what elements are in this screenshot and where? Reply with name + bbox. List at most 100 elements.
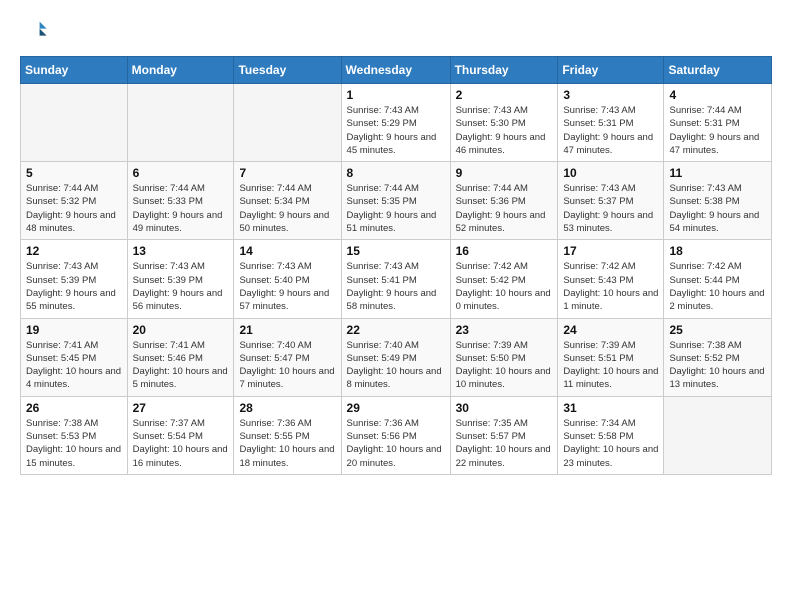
day-info: Sunrise: 7:44 AM Sunset: 5:34 PM Dayligh…: [239, 182, 335, 235]
calendar-cell: 19 Sunrise: 7:41 AM Sunset: 5:45 PM Dayli…: [21, 318, 128, 396]
calendar-cell: 23 Sunrise: 7:39 AM Sunset: 5:50 PM Dayli…: [450, 318, 558, 396]
day-info: Sunrise: 7:34 AM Sunset: 5:58 PM Dayligh…: [563, 417, 658, 470]
day-info: Sunrise: 7:43 AM Sunset: 5:39 PM Dayligh…: [133, 260, 229, 313]
day-info: Sunrise: 7:42 AM Sunset: 5:43 PM Dayligh…: [563, 260, 658, 313]
weekday-header-sunday: Sunday: [21, 57, 128, 84]
calendar-cell: 24 Sunrise: 7:39 AM Sunset: 5:51 PM Dayli…: [558, 318, 664, 396]
day-number: 4: [669, 88, 766, 102]
day-info: Sunrise: 7:44 AM Sunset: 5:35 PM Dayligh…: [347, 182, 445, 235]
day-info: Sunrise: 7:43 AM Sunset: 5:37 PM Dayligh…: [563, 182, 658, 235]
day-info: Sunrise: 7:37 AM Sunset: 5:54 PM Dayligh…: [133, 417, 229, 470]
day-number: 12: [26, 244, 122, 258]
calendar-cell: 4 Sunrise: 7:44 AM Sunset: 5:31 PM Daylig…: [664, 84, 772, 162]
calendar-cell: 12 Sunrise: 7:43 AM Sunset: 5:39 PM Dayli…: [21, 240, 128, 318]
day-info: Sunrise: 7:44 AM Sunset: 5:36 PM Dayligh…: [456, 182, 553, 235]
day-info: Sunrise: 7:42 AM Sunset: 5:42 PM Dayligh…: [456, 260, 553, 313]
header: [20, 16, 772, 44]
day-info: Sunrise: 7:43 AM Sunset: 5:29 PM Dayligh…: [347, 104, 445, 157]
day-info: Sunrise: 7:43 AM Sunset: 5:41 PM Dayligh…: [347, 260, 445, 313]
day-info: Sunrise: 7:44 AM Sunset: 5:33 PM Dayligh…: [133, 182, 229, 235]
calendar-cell: 29Sunrise: 7:36 AM Sunset: 5:56 PM Dayli…: [341, 396, 450, 474]
calendar-cell: [127, 84, 234, 162]
calendar-cell: [664, 396, 772, 474]
day-info: Sunrise: 7:43 AM Sunset: 5:31 PM Dayligh…: [563, 104, 658, 157]
day-info: Sunrise: 7:43 AM Sunset: 5:40 PM Dayligh…: [239, 260, 335, 313]
day-number: 21: [239, 323, 335, 337]
day-info: Sunrise: 7:36 AM Sunset: 5:55 PM Dayligh…: [239, 417, 335, 470]
day-number: 14: [239, 244, 335, 258]
calendar-cell: [234, 84, 341, 162]
day-number: 18: [669, 244, 766, 258]
calendar-cell: [21, 84, 128, 162]
week-row-3: 12 Sunrise: 7:43 AM Sunset: 5:39 PM Dayli…: [21, 240, 772, 318]
day-info: Sunrise: 7:39 AM Sunset: 5:51 PM Dayligh…: [563, 339, 658, 392]
day-number: 20: [133, 323, 229, 337]
day-number: 19: [26, 323, 122, 337]
day-info: Sunrise: 7:43 AM Sunset: 5:39 PM Dayligh…: [26, 260, 122, 313]
weekday-header-saturday: Saturday: [664, 57, 772, 84]
calendar-cell: 28 Sunrise: 7:36 AM Sunset: 5:55 PM Dayli…: [234, 396, 341, 474]
day-info: Sunrise: 7:35 AM Sunset: 5:57 PM Dayligh…: [456, 417, 553, 470]
day-info: Sunrise: 7:38 AM Sunset: 5:53 PM Dayligh…: [26, 417, 122, 470]
calendar-cell: 20Sunrise: 7:41 AM Sunset: 5:46 PM Dayli…: [127, 318, 234, 396]
day-number: 22: [347, 323, 445, 337]
week-row-1: 1 Sunrise: 7:43 AM Sunset: 5:29 PM Daylig…: [21, 84, 772, 162]
calendar-cell: 14 Sunrise: 7:43 AM Sunset: 5:40 PM Dayli…: [234, 240, 341, 318]
weekday-header-row: SundayMondayTuesdayWednesdayThursdayFrid…: [21, 57, 772, 84]
calendar-cell: 22 Sunrise: 7:40 AM Sunset: 5:49 PM Dayli…: [341, 318, 450, 396]
day-number: 30: [456, 401, 553, 415]
day-number: 16: [456, 244, 553, 258]
calendar-cell: 6 Sunrise: 7:44 AM Sunset: 5:33 PM Daylig…: [127, 162, 234, 240]
calendar-cell: 10 Sunrise: 7:43 AM Sunset: 5:37 PM Dayli…: [558, 162, 664, 240]
day-number: 26: [26, 401, 122, 415]
calendar-cell: 3Sunrise: 7:43 AM Sunset: 5:31 PM Daylig…: [558, 84, 664, 162]
day-number: 13: [133, 244, 229, 258]
day-info: Sunrise: 7:40 AM Sunset: 5:49 PM Dayligh…: [347, 339, 445, 392]
day-number: 6: [133, 166, 229, 180]
calendar-cell: 15Sunrise: 7:43 AM Sunset: 5:41 PM Dayli…: [341, 240, 450, 318]
day-info: Sunrise: 7:44 AM Sunset: 5:32 PM Dayligh…: [26, 182, 122, 235]
day-info: Sunrise: 7:41 AM Sunset: 5:45 PM Dayligh…: [26, 339, 122, 392]
calendar-cell: 17 Sunrise: 7:42 AM Sunset: 5:43 PM Dayli…: [558, 240, 664, 318]
day-number: 23: [456, 323, 553, 337]
weekday-header-tuesday: Tuesday: [234, 57, 341, 84]
week-row-5: 26 Sunrise: 7:38 AM Sunset: 5:53 PM Dayli…: [21, 396, 772, 474]
calendar-cell: 13 Sunrise: 7:43 AM Sunset: 5:39 PM Dayli…: [127, 240, 234, 318]
weekday-header-monday: Monday: [127, 57, 234, 84]
week-row-2: 5 Sunrise: 7:44 AM Sunset: 5:32 PM Daylig…: [21, 162, 772, 240]
day-number: 28: [239, 401, 335, 415]
calendar-cell: 26 Sunrise: 7:38 AM Sunset: 5:53 PM Dayli…: [21, 396, 128, 474]
calendar-cell: 9 Sunrise: 7:44 AM Sunset: 5:36 PM Daylig…: [450, 162, 558, 240]
calendar-cell: 21 Sunrise: 7:40 AM Sunset: 5:47 PM Dayli…: [234, 318, 341, 396]
day-number: 2: [456, 88, 553, 102]
day-number: 1: [347, 88, 445, 102]
weekday-header-friday: Friday: [558, 57, 664, 84]
calendar-table: SundayMondayTuesdayWednesdayThursdayFrid…: [20, 56, 772, 475]
calendar-cell: 27Sunrise: 7:37 AM Sunset: 5:54 PM Dayli…: [127, 396, 234, 474]
calendar-cell: 8 Sunrise: 7:44 AM Sunset: 5:35 PM Daylig…: [341, 162, 450, 240]
calendar-cell: 25Sunrise: 7:38 AM Sunset: 5:52 PM Dayli…: [664, 318, 772, 396]
week-row-4: 19 Sunrise: 7:41 AM Sunset: 5:45 PM Dayli…: [21, 318, 772, 396]
logo-icon: [20, 16, 48, 44]
weekday-header-thursday: Thursday: [450, 57, 558, 84]
day-info: Sunrise: 7:43 AM Sunset: 5:30 PM Dayligh…: [456, 104, 553, 157]
day-number: 10: [563, 166, 658, 180]
calendar-cell: 16 Sunrise: 7:42 AM Sunset: 5:42 PM Dayli…: [450, 240, 558, 318]
calendar-cell: 18 Sunrise: 7:42 AM Sunset: 5:44 PM Dayli…: [664, 240, 772, 318]
calendar-cell: 11Sunrise: 7:43 AM Sunset: 5:38 PM Dayli…: [664, 162, 772, 240]
day-number: 24: [563, 323, 658, 337]
day-info: Sunrise: 7:43 AM Sunset: 5:38 PM Dayligh…: [669, 182, 766, 235]
day-info: Sunrise: 7:40 AM Sunset: 5:47 PM Dayligh…: [239, 339, 335, 392]
day-info: Sunrise: 7:42 AM Sunset: 5:44 PM Dayligh…: [669, 260, 766, 313]
day-number: 17: [563, 244, 658, 258]
day-info: Sunrise: 7:39 AM Sunset: 5:50 PM Dayligh…: [456, 339, 553, 392]
day-number: 5: [26, 166, 122, 180]
day-number: 8: [347, 166, 445, 180]
day-info: Sunrise: 7:38 AM Sunset: 5:52 PM Dayligh…: [669, 339, 766, 392]
day-number: 9: [456, 166, 553, 180]
day-number: 7: [239, 166, 335, 180]
page: SundayMondayTuesdayWednesdayThursdayFrid…: [0, 0, 792, 491]
day-info: Sunrise: 7:44 AM Sunset: 5:31 PM Dayligh…: [669, 104, 766, 157]
calendar-cell: 7 Sunrise: 7:44 AM Sunset: 5:34 PM Daylig…: [234, 162, 341, 240]
day-number: 31: [563, 401, 658, 415]
